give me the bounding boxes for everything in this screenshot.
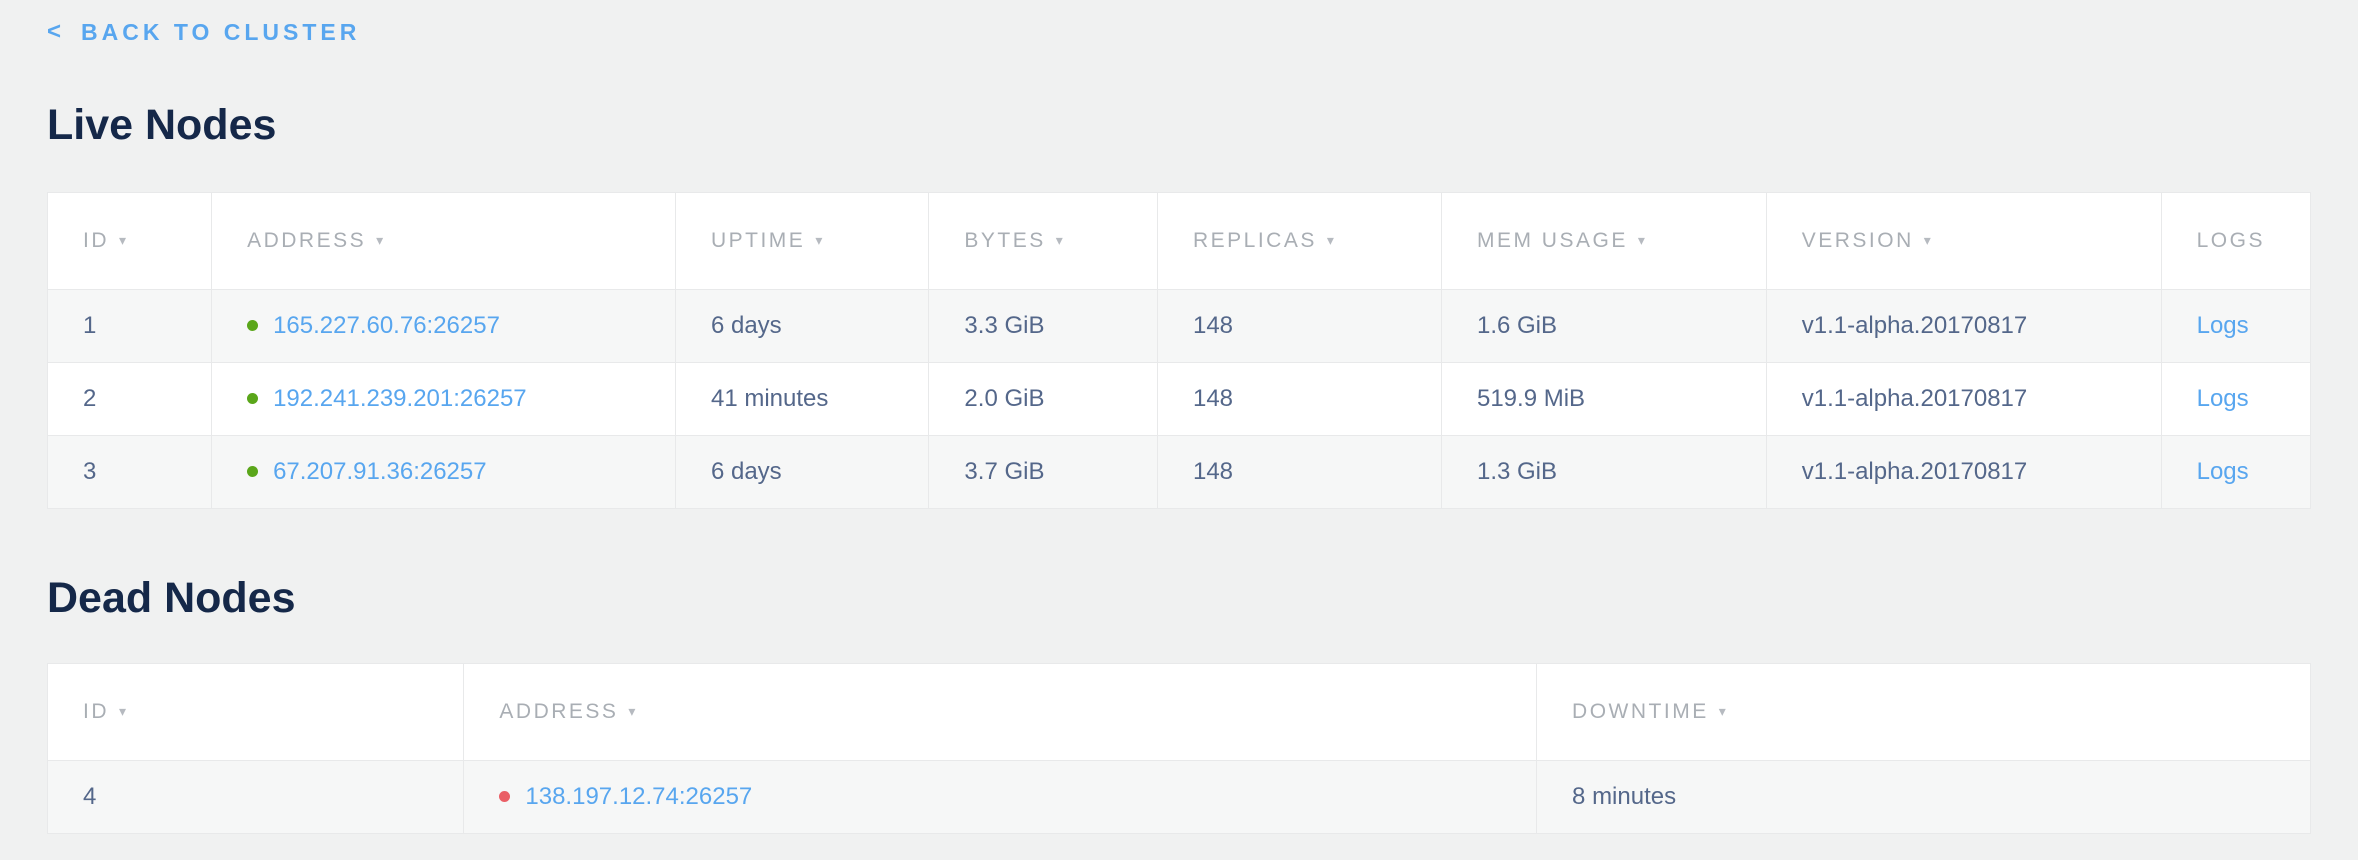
column-header-label: LOGS: [2197, 229, 2265, 252]
live-status-dot-icon: [247, 393, 258, 404]
logs-link[interactable]: Logs: [2197, 458, 2249, 485]
cell-logs: Logs: [2161, 290, 2310, 363]
cell-bytes: 3.7 GiB: [929, 436, 1158, 509]
cell-uptime: 6 days: [675, 436, 928, 509]
cell-mem_usage: 1.6 GiB: [1441, 290, 1766, 363]
column-header-label: ID: [83, 229, 109, 252]
column-header-label: MEM USAGE: [1477, 229, 1628, 252]
live-status-dot-icon: [247, 320, 258, 331]
column-header-address[interactable]: ADDRESS ▾: [464, 664, 1537, 761]
cell-version: v1.1-alpha.20170817: [1766, 363, 2161, 436]
node-address-link[interactable]: 192.241.239.201:26257: [273, 385, 527, 412]
cell-version: v1.1-alpha.20170817: [1766, 436, 2161, 509]
cell-bytes: 3.3 GiB: [929, 290, 1158, 363]
column-header-label: ADDRESS: [499, 700, 618, 723]
back-to-cluster-link[interactable]: < BACK TO CLUSTER: [47, 18, 360, 46]
cell-bytes: 2.0 GiB: [929, 363, 1158, 436]
column-header-bytes[interactable]: BYTES ▾: [929, 193, 1158, 290]
logs-link[interactable]: Logs: [2197, 385, 2249, 412]
sort-caret-icon: ▾: [119, 232, 129, 249]
cell-replicas: 148: [1157, 363, 1441, 436]
node-address-link[interactable]: 67.207.91.36:26257: [273, 458, 487, 485]
column-header-label: ADDRESS: [247, 229, 366, 252]
cell-address: 138.197.12.74:26257: [464, 761, 1537, 834]
cell-address: 67.207.91.36:26257: [212, 436, 676, 509]
cell-id: 3: [48, 436, 212, 509]
column-header-downtime[interactable]: DOWNTIME ▾: [1537, 664, 2311, 761]
table-row: 1 165.227.60.76:26257 6 days3.3 GiB1481.6 …: [48, 290, 2311, 363]
back-chevron-icon: <: [47, 18, 65, 46]
sort-caret-icon: ▾: [1056, 232, 1066, 249]
table-header-row: ID▾ADDRESS▾UPTIME▾BYTES▾REPLICAS▾MEM USA…: [48, 193, 2311, 290]
sort-caret-icon: ▾: [815, 232, 825, 249]
cell-uptime: 6 days: [675, 290, 928, 363]
column-header-logs: LOGS: [2161, 193, 2310, 290]
cell-id: 4: [48, 761, 464, 834]
cell-replicas: 148: [1157, 290, 1441, 363]
node-address-link[interactable]: 138.197.12.74:26257: [525, 783, 752, 810]
column-header-label: VERSION: [1802, 229, 1914, 252]
cell-uptime: 41 minutes: [675, 363, 928, 436]
column-header-mem_usage[interactable]: MEM USAGE ▾: [1441, 193, 1766, 290]
table-row: 2 192.241.239.201:26257 41 minutes2.0 GiB1…: [48, 363, 2311, 436]
table-row: 4 138.197.12.74:26257 8 minutes: [48, 761, 2311, 834]
sort-caret-icon: ▾: [628, 703, 638, 720]
cell-logs: Logs: [2161, 363, 2310, 436]
dead-nodes-table: ID ▾ ADDRESS ▾ DOWNTIME ▾ 4 138.197.12.74:26257…: [47, 663, 2311, 834]
column-header-uptime[interactable]: UPTIME ▾: [675, 193, 928, 290]
table-header-row: ID ▾ ADDRESS ▾ DOWNTIME ▾: [48, 664, 2311, 761]
cell-id: 2: [48, 363, 212, 436]
cell-mem_usage: 1.3 GiB: [1441, 436, 1766, 509]
dead-nodes-heading: Dead Nodes: [47, 573, 2311, 623]
cell-replicas: 148: [1157, 436, 1441, 509]
cell-version: v1.1-alpha.20170817: [1766, 290, 2161, 363]
column-header-id[interactable]: ID ▾: [48, 193, 212, 290]
dead-status-dot-icon: [499, 791, 510, 802]
sort-caret-icon: ▾: [1638, 232, 1648, 249]
logs-link[interactable]: Logs: [2197, 312, 2249, 339]
table-row: 3 67.207.91.36:26257 6 days3.7 GiB1481.3 G…: [48, 436, 2311, 509]
column-header-label: UPTIME: [711, 229, 805, 252]
sort-caret-icon: ▾: [1719, 703, 1729, 720]
cell-mem_usage: 519.9 MiB: [1441, 363, 1766, 436]
live-status-dot-icon: [247, 466, 258, 477]
back-link-label: BACK TO CLUSTER: [81, 19, 360, 46]
column-header-label: ID: [83, 700, 109, 723]
column-header-id[interactable]: ID ▾: [48, 664, 464, 761]
sort-caret-icon: ▾: [376, 232, 386, 249]
cell-id: 1: [48, 290, 212, 363]
column-header-replicas[interactable]: REPLICAS ▾: [1157, 193, 1441, 290]
live-nodes-heading: Live Nodes: [47, 100, 2311, 150]
live-nodes-table: ID▾ADDRESS▾UPTIME▾BYTES▾REPLICAS▾MEM USA…: [47, 192, 2311, 509]
cell-downtime: 8 minutes: [1537, 761, 2311, 834]
cell-address: 192.241.239.201:26257: [212, 363, 676, 436]
column-header-label: DOWNTIME: [1572, 700, 1709, 723]
sort-caret-icon: ▾: [1924, 232, 1934, 249]
cell-address: 165.227.60.76:26257: [212, 290, 676, 363]
column-header-address[interactable]: ADDRESS ▾: [212, 193, 676, 290]
column-header-version[interactable]: VERSION ▾: [1766, 193, 2161, 290]
node-address-link[interactable]: 165.227.60.76:26257: [273, 312, 500, 339]
cell-logs: Logs: [2161, 436, 2310, 509]
sort-caret-icon: ▾: [1327, 232, 1337, 249]
sort-caret-icon: ▾: [119, 703, 129, 720]
column-header-label: REPLICAS: [1193, 229, 1317, 252]
column-header-label: BYTES: [964, 229, 1045, 252]
